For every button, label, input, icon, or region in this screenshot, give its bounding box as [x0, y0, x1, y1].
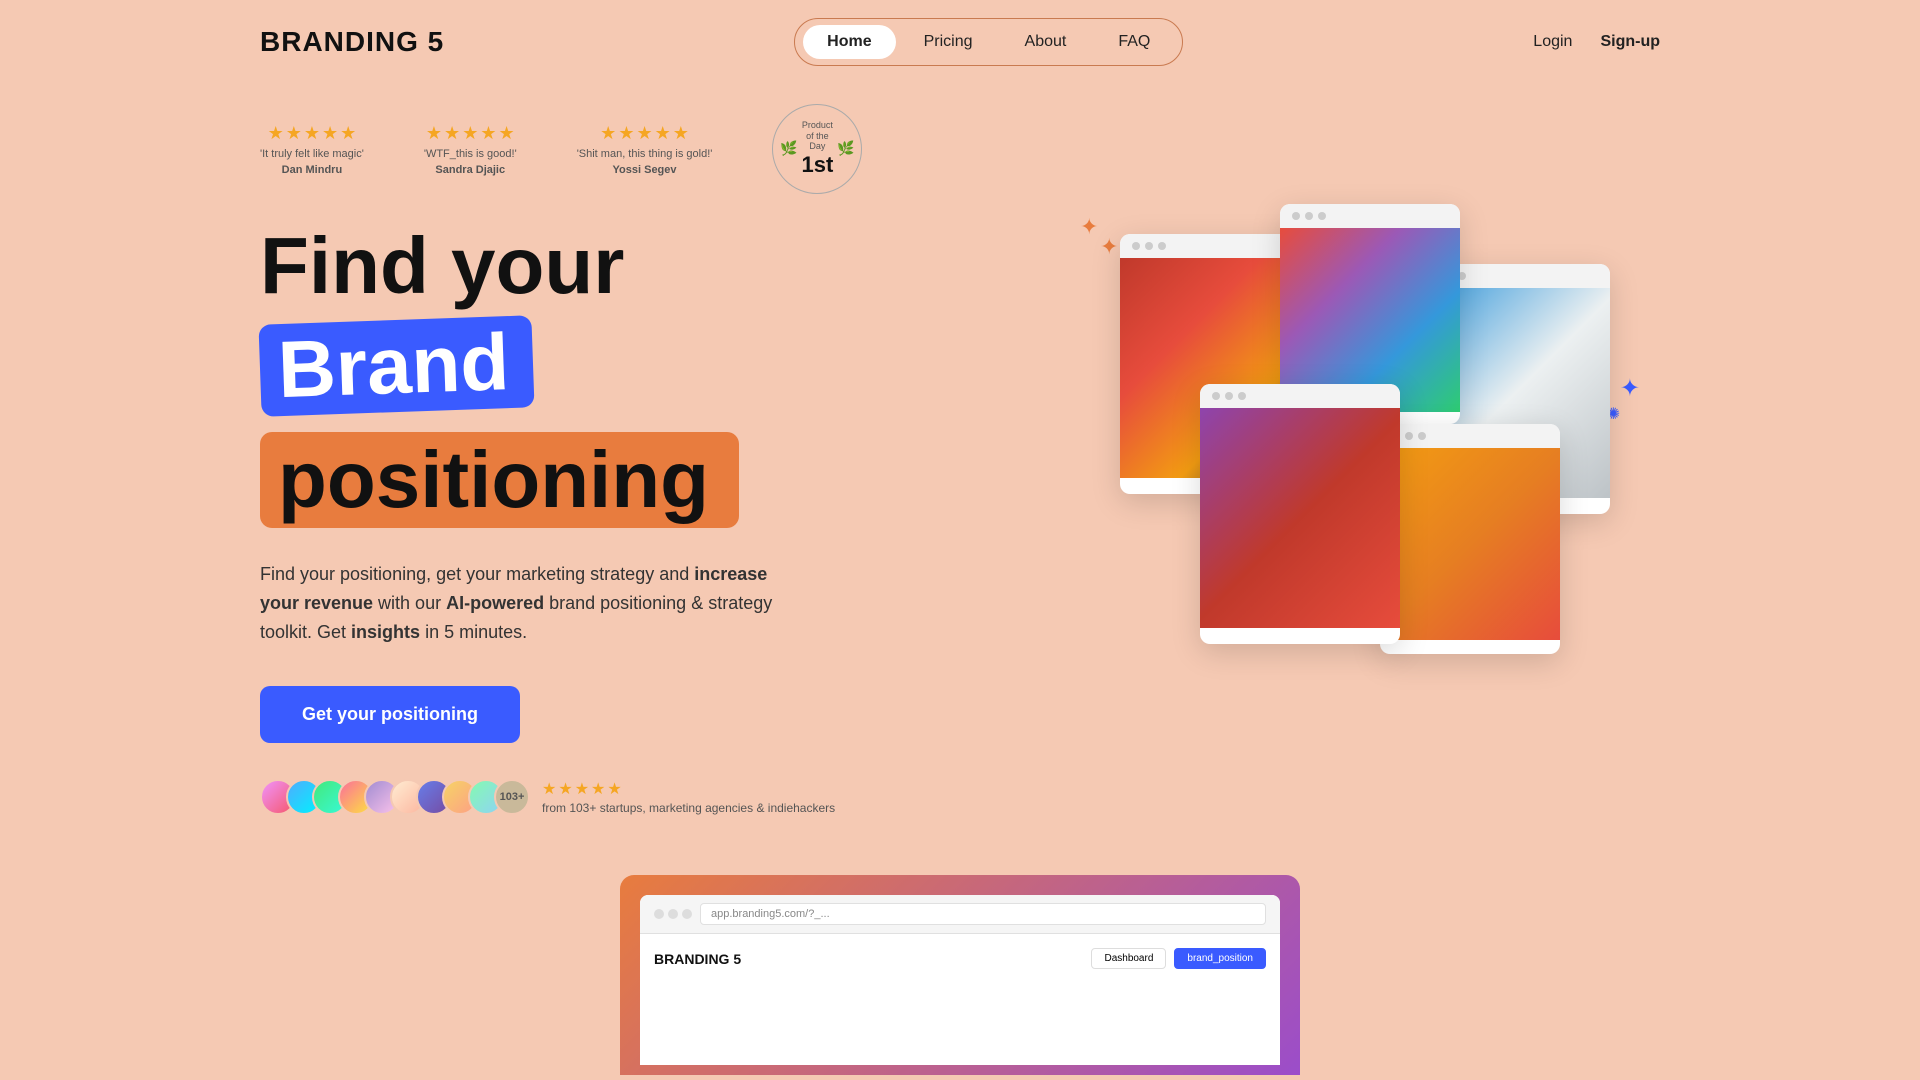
screenshot-browser-bar: app.branding5.com/?_...: [640, 895, 1280, 934]
hero-description: Find your positioning, get your marketin…: [260, 560, 780, 646]
screenshot-inner: app.branding5.com/?_... BRANDING 5 Dashb…: [640, 895, 1280, 1065]
card-image-4: [1200, 408, 1400, 628]
testimonial-text-2: 'WTF_this is good!': [424, 148, 517, 160]
badge-rank: 1st: [801, 152, 833, 178]
cta-button[interactable]: Get your positioning: [260, 686, 520, 743]
user-count-text: from 103+ startups, marketing agencies &…: [542, 801, 835, 815]
testimonial-3: ★ ★ ★ ★ ★ 'Shit man, this thing is gold!…: [577, 123, 713, 176]
user-stars-section: ★ ★ ★ ★ ★ from 103+ startups, marketing …: [542, 779, 835, 815]
screenshot-btn-2[interactable]: brand_position: [1174, 948, 1266, 969]
spark-icon-2: ✦: [1100, 234, 1118, 260]
avatar-stack: 103+: [260, 779, 530, 815]
screenshot-section: app.branding5.com/?_... BRANDING 5 Dashb…: [0, 875, 1920, 1075]
testimonial-author-1: Dan Mindru: [282, 164, 343, 176]
hero-left: Find your Brand positioning Find your po…: [260, 224, 1040, 815]
browser-card-4: [1200, 384, 1400, 644]
hero-title: Find your Brand positioning: [260, 224, 1040, 528]
screenshot-content: BRANDING 5 Dashboard brand_position: [640, 934, 1280, 983]
header: BRANDING 5 Home Pricing About FAQ Login …: [0, 0, 1920, 84]
screenshot-actions: Dashboard brand_position: [1091, 948, 1266, 969]
testimonial-author-3: Yossi Segev: [613, 164, 677, 176]
screenshot-url: app.branding5.com/?_...: [700, 903, 1266, 925]
badge-label: Product of the Day: [801, 120, 833, 152]
hero-brand-word: Brand: [258, 315, 534, 416]
product-of-day-badge: 🌿 Product of the Day 1st 🌿: [772, 104, 862, 194]
browser-card-5: [1380, 424, 1560, 654]
stars-1: ★ ★ ★ ★ ★: [268, 123, 357, 144]
user-row: 103+ ★ ★ ★ ★ ★ from 103+ startups, marke…: [260, 779, 1040, 815]
testimonial-2: ★ ★ ★ ★ ★ 'WTF_this is good!' Sandra Dja…: [424, 123, 517, 176]
avatar-count-badge: 103+: [494, 779, 530, 815]
hero-line1: Find your: [260, 224, 1040, 308]
user-stars: ★ ★ ★ ★ ★: [542, 779, 835, 799]
screenshot-logo: BRANDING 5: [654, 951, 741, 967]
spark-icon-1: ✦: [1080, 214, 1098, 240]
hero-section: Find your Brand positioning Find your po…: [0, 204, 1920, 815]
login-button[interactable]: Login: [1533, 33, 1572, 51]
browser-bar-5: [1380, 424, 1560, 448]
nav-item-pricing[interactable]: Pricing: [900, 25, 997, 59]
stars-3: ★ ★ ★ ★ ★: [600, 123, 689, 144]
hero-positioning-word: positioning: [260, 432, 739, 528]
signup-button[interactable]: Sign-up: [1600, 33, 1660, 51]
auth-buttons: Login Sign-up: [1533, 33, 1660, 51]
browser-bar-2: [1280, 204, 1460, 228]
spark-icon-3: ✦: [1620, 374, 1640, 403]
nav-item-about[interactable]: About: [1001, 25, 1091, 59]
social-proof-bar: ★ ★ ★ ★ ★ 'It truly felt like magic' Dan…: [0, 94, 1920, 204]
screenshot-container: app.branding5.com/?_... BRANDING 5 Dashb…: [620, 875, 1300, 1075]
nav-item-home[interactable]: Home: [803, 25, 895, 59]
testimonial-text-1: 'It truly felt like magic': [260, 148, 364, 160]
testimonial-author-2: Sandra Djajic: [435, 164, 505, 176]
nav-item-faq[interactable]: FAQ: [1094, 25, 1174, 59]
stars-2: ★ ★ ★ ★ ★: [426, 123, 515, 144]
browser-bar-4: [1200, 384, 1400, 408]
hero-image-collage: ✦ ✦ ✦ ✺: [1120, 204, 1600, 704]
nav: Home Pricing About FAQ: [794, 18, 1183, 66]
screenshot-btn-1[interactable]: Dashboard: [1091, 948, 1166, 969]
logo: BRANDING 5: [260, 26, 444, 58]
card-image-5: [1380, 448, 1560, 640]
testimonial-1: ★ ★ ★ ★ ★ 'It truly felt like magic' Dan…: [260, 123, 364, 176]
testimonial-text-3: 'Shit man, this thing is gold!': [577, 148, 713, 160]
